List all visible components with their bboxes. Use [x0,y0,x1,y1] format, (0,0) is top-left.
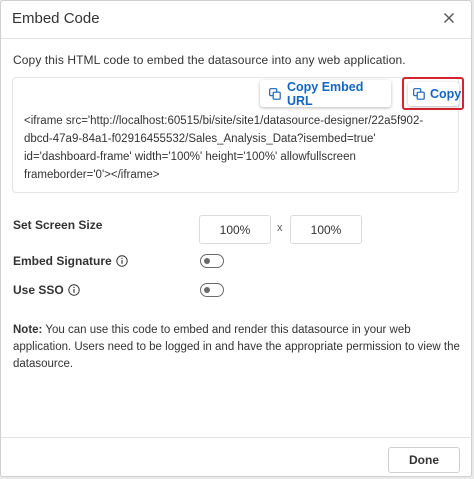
screen-height-input[interactable] [290,215,362,244]
info-icon[interactable] [68,284,80,296]
toggle-knob [204,258,210,264]
close-button[interactable] [436,5,462,31]
copy-embed-url-label: Copy Embed URL [287,79,364,108]
note-text: Note: You can use this code to embed and… [13,322,461,373]
embed-signature-label: Embed Signature [13,254,112,268]
embed-code-text: <iframe src='http://localhost:60515/bi/s… [24,115,424,181]
toggle-knob [204,287,210,293]
copy-label: Copy [430,87,462,101]
embed-code-dialog: Embed Code Copy this HTML code to embed … [0,0,473,478]
use-sso-label: Use SSO [13,283,64,297]
copy-icon [413,88,425,100]
copy-icon [269,87,281,100]
note-body: You can use this code to embed and rende… [13,324,460,370]
use-sso-row: Use SSO [13,283,80,297]
close-icon [443,12,455,24]
note-prefix: Note: [13,324,43,336]
embed-signature-toggle[interactable] [200,254,224,268]
embed-code-box: Copy Embed URL Copy <iframe src='http://… [12,77,464,193]
screen-width-input[interactable] [199,215,271,244]
copy-embed-url-button[interactable]: Copy Embed URL [260,79,391,108]
info-icon[interactable] [115,255,128,267]
embed-signature-row: Embed Signature [13,254,128,268]
dialog-description: Copy this HTML code to embed the datasou… [13,53,406,67]
screen-size-label: Set Screen Size [13,218,103,232]
dialog-footer: Done [1,437,473,478]
done-button[interactable]: Done [388,447,460,473]
size-separator: x [277,222,283,234]
dialog-title: Embed Code [12,10,100,27]
copy-button-highlight: Copy [402,77,464,110]
use-sso-toggle[interactable] [200,283,224,297]
dialog-header: Embed Code [1,1,471,39]
copy-button[interactable]: Copy [408,82,462,106]
